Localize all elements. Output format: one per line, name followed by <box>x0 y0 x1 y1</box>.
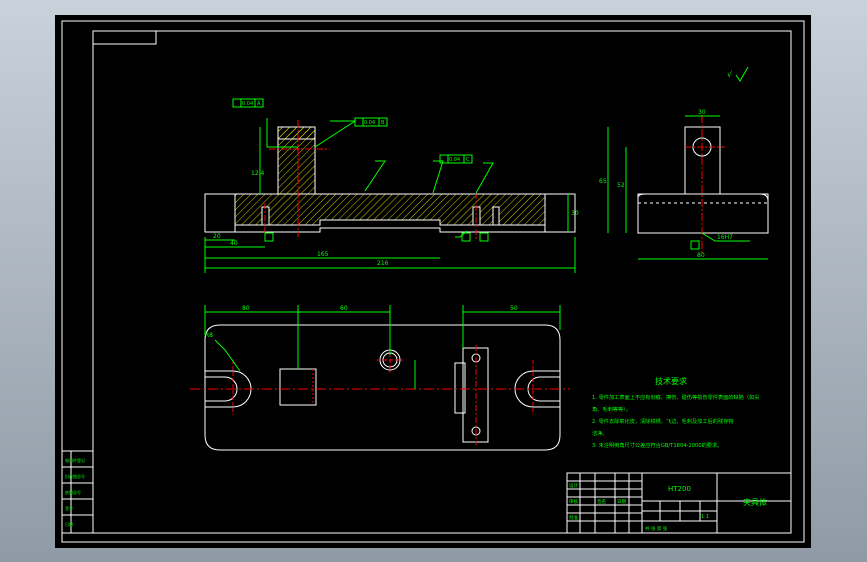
dim-left-small: 20 <box>213 233 221 240</box>
tech-req-line-1: 1. 零件加工表面上不应有划痕、擦伤、碰伤等损伤零件表面的缺陷（如尖 <box>592 393 759 401</box>
side-table-row-3: 底图总号 <box>65 489 81 495</box>
title-sign-label: 签名 <box>597 498 606 505</box>
side-dim-height-total: 65 <box>599 178 607 185</box>
top-dim-slot: R8 <box>205 332 213 339</box>
svg-text:0.04: 0.04 <box>364 120 375 126</box>
roughness-symbol-general: √ <box>727 66 749 82</box>
tolerance-frame-3: 0.04 C <box>439 154 473 164</box>
tech-requirements: 技术要求 1. 零件加工表面上不应有划痕、擦伤、碰伤等损伤零件表面的缺陷（如尖 … <box>592 376 759 449</box>
tech-req-title: 技术要求 <box>655 376 687 386</box>
dim-inner-length: 165 <box>317 251 329 258</box>
roughness-label: √ <box>727 70 733 79</box>
title-scale: 1:1 <box>701 514 709 520</box>
side-dim-bottom: 80 <box>697 252 705 259</box>
top-view: 80 60 50 R8 <box>190 305 570 451</box>
top-dim-c: 50 <box>510 305 518 312</box>
title-sheet: 共 张 第 张 <box>645 525 668 532</box>
dim-left-offset: 40 <box>230 240 238 247</box>
title-checker-label: 审核 <box>569 498 578 505</box>
outer-frame <box>61 20 805 543</box>
top-dim-a: 80 <box>242 305 250 312</box>
side-dim-bore: 16H7 <box>717 234 733 241</box>
svg-text:0.04: 0.04 <box>242 101 253 107</box>
side-table-row-4: 签字 <box>65 505 73 511</box>
tolerance-frame-1: 0.04 A <box>232 98 264 108</box>
datum-box-b <box>479 232 489 242</box>
top-dim-b: 60 <box>340 305 348 312</box>
title-date-label: 日期 <box>617 499 626 505</box>
title-material: HT200 <box>668 485 691 493</box>
tolerance-frame-2: 0.04 B <box>354 117 388 127</box>
svg-text:A: A <box>257 101 261 107</box>
side-table-row-5: 日期 <box>65 521 73 527</box>
tech-req-line-5: 3. 未注明倒角尺寸公差应符合GB/T1804-2000的要求。 <box>592 441 722 449</box>
tech-req-line-4: 洁净。 <box>592 429 608 437</box>
dim-height: 30 <box>571 210 579 217</box>
svg-text:C: C <box>466 157 470 163</box>
drawing-canvas[interactable]: √ 216 165 40 20 30 12.4 0.04 A 0.04 B 0.… <box>55 15 811 548</box>
dim-boss: 12.4 <box>251 170 265 177</box>
svg-text:B: B <box>381 120 385 126</box>
cad-viewport[interactable]: √ 216 165 40 20 30 12.4 0.04 A 0.04 B 0.… <box>55 15 811 548</box>
side-table: 借用件登记 旧底图总号 底图总号 签字 日期 <box>61 450 94 534</box>
side-outline <box>637 193 769 234</box>
top-outline <box>204 324 561 451</box>
inner-frame <box>92 30 792 534</box>
tech-req-line-2: 角、毛刺等等）。 <box>592 405 631 413</box>
side-dim-height-mid: 52 <box>617 182 625 189</box>
dim-total-length: 216 <box>377 260 389 267</box>
front-boss-top <box>277 126 316 140</box>
side-view: 30 65 52 80 16H7 <box>599 109 769 260</box>
svg-text:0.04: 0.04 <box>449 157 460 163</box>
corner-tab <box>92 30 157 45</box>
tech-req-line-3: 2. 零件去除氧化皮，清除铁锈、飞边、毛刺及加工后的残存物 <box>592 417 733 425</box>
title-block: HT200 夹具体 1:1 共 张 第 张 设计 审核 批准 签名 日期 <box>566 472 792 534</box>
front-view: 216 165 40 20 30 12.4 0.04 A 0.04 B 0.04… <box>204 98 579 273</box>
datum-box-c <box>264 232 274 242</box>
side-table-row-1: 借用件登记 <box>65 457 85 463</box>
top-square <box>279 368 317 406</box>
title-approve-label: 批准 <box>569 514 578 521</box>
side-dim-width-top: 30 <box>698 109 706 116</box>
title-part-name: 夹具体 <box>743 497 767 507</box>
side-table-row-2: 旧底图总号 <box>65 473 85 479</box>
title-designer-label: 设计 <box>569 482 578 489</box>
